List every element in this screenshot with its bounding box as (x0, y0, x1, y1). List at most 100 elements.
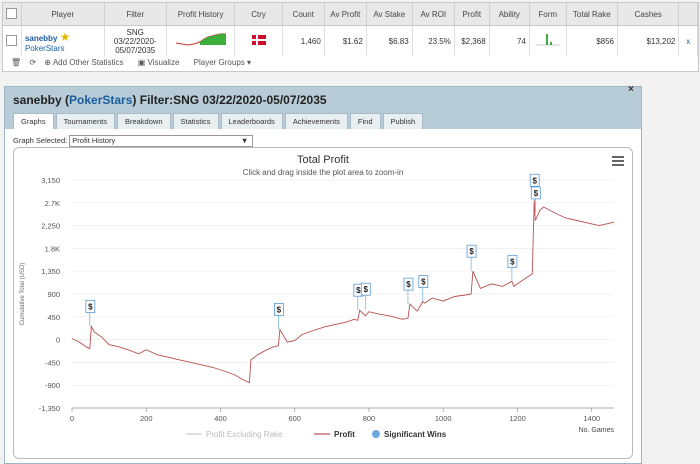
x-axis-label: No. Games (579, 427, 615, 434)
header-form[interactable]: Form (529, 3, 567, 26)
tab-leaderboards[interactable]: Leaderboards (220, 113, 283, 129)
y-tick-label: 3,150 (41, 176, 60, 185)
header-cashes[interactable]: Cashes (617, 3, 680, 26)
header-ability[interactable]: Ability (489, 3, 530, 26)
visualize-button[interactable]: ▣ Visualize (138, 58, 186, 67)
chart-menu-icon[interactable] (612, 156, 624, 168)
y-tick-label: 2.7K (45, 199, 60, 208)
chevron-down-icon: ▼ (240, 136, 249, 145)
filter-line-3: 05/07/2035 (115, 45, 156, 55)
dollar-icon: $ (406, 280, 411, 289)
tab-find[interactable]: Find (349, 113, 381, 129)
player-name-link[interactable]: sanebby (25, 34, 57, 43)
y-tick-label: -900 (45, 381, 60, 390)
y-tick-label: -1,350 (39, 404, 60, 413)
y-tick-label: 0 (56, 336, 60, 345)
dollar-icon: $ (534, 189, 539, 198)
tab-graphs[interactable]: Graphs (13, 113, 54, 129)
open-link-icon[interactable]: x (678, 25, 698, 56)
graph-selector: Graph Selected: Profit History ▼ (13, 135, 254, 147)
dollar-icon: $ (88, 302, 93, 311)
player-site-link[interactable]: PokerStars (25, 44, 65, 53)
x-tick-label: 1400 (583, 414, 600, 423)
chart-container[interactable]: Total Profit Click and drag inside the pl… (13, 147, 633, 459)
y-axis-label: Cumulative Total (USD) (20, 263, 26, 326)
tab-tournaments[interactable]: Tournaments (55, 113, 115, 129)
row-select-cell[interactable] (3, 25, 22, 56)
tab-achievements[interactable]: Achievements (284, 113, 348, 129)
dollar-icon: $ (356, 286, 361, 295)
header-av-stake[interactable]: Av Stake (366, 3, 413, 26)
graph-selected-label: Graph Selected: (13, 135, 68, 145)
filter-line-1: SNG (126, 27, 144, 37)
panel-title-player: sanebby (13, 93, 62, 107)
player-graph-panel: sanebby (PokerStars) Filter:SNG 03/22/20… (4, 86, 642, 464)
dollar-icon: $ (510, 257, 515, 266)
refresh-icon[interactable]: ⟳ (29, 58, 36, 67)
denmark-flag-icon (251, 35, 266, 45)
profit-chart[interactable]: Total Profit Click and drag inside the pl… (14, 148, 632, 458)
y-tick-label: 1,350 (41, 267, 60, 276)
trash-icon[interactable]: 🗑 (11, 58, 21, 67)
tab-publish[interactable]: Publish (382, 113, 424, 129)
dollar-icon: $ (469, 247, 474, 256)
x-tick-label: 200 (140, 414, 153, 423)
select-all-cell[interactable] (3, 3, 22, 26)
graph-select-value: Profit History (72, 136, 116, 145)
row-checkbox[interactable] (6, 34, 18, 46)
header-ctry[interactable]: Ctry (234, 3, 283, 26)
stats-table: Player Filter Profit History Ctry Count … (3, 3, 698, 56)
close-icon[interactable]: × (628, 84, 634, 95)
panel-title-site-link[interactable]: PokerStars (69, 93, 132, 107)
header-profit[interactable]: Profit (454, 3, 490, 26)
stats-table-panel: Player Filter Profit History Ctry Count … (2, 2, 699, 72)
legend-profit-excl-rake: Profit Excluding Rake (206, 430, 283, 439)
add-stats-label: Add Other Statistics (52, 58, 124, 67)
profit-history-sparkline-cell[interactable] (166, 25, 236, 56)
y-tick-label: 1.8K (45, 244, 60, 253)
tab-statistics[interactable]: Statistics (172, 113, 219, 129)
av-stake-cell: $6.83 (366, 25, 413, 56)
dollar-icon: $ (532, 176, 537, 185)
panel-title: sanebby (PokerStars) Filter:SNG 03/22/20… (13, 93, 327, 107)
y-tick-label: -450 (45, 358, 60, 367)
select-all-checkbox[interactable] (6, 7, 18, 19)
cashes-cell: $13,202 (617, 25, 680, 56)
legend-significant-wins: Significant Wins (384, 430, 447, 439)
table-toolbar: 🗑 ⟳ ⊕ Add Other Statistics ▣ Visualize P… (11, 58, 257, 67)
header-total-rake[interactable]: Total Rake (566, 3, 619, 26)
header-player[interactable]: Player (21, 3, 105, 26)
form-sparkline (535, 34, 560, 46)
star-icon[interactable]: ★ (60, 30, 71, 44)
av-roi-cell: 23.5% (412, 25, 455, 56)
player-cell[interactable]: sanebby ★ PokerStars (21, 25, 105, 56)
graph-select[interactable]: Profit History ▼ (69, 135, 254, 147)
player-groups-dropdown[interactable]: Player Groups ▾ (194, 58, 251, 67)
table-row[interactable]: sanebby ★ PokerStars SNG 03/22/2020- 05/… (3, 25, 698, 56)
dollar-icon: $ (421, 278, 426, 287)
chart-subtitle: Click and drag inside the plot area to z… (243, 168, 404, 177)
chart-title: Total Profit (297, 154, 349, 166)
header-av-roi[interactable]: Av ROI (412, 3, 455, 26)
header-av-profit[interactable]: Av Profit (324, 3, 367, 26)
av-profit-cell: $1.62 (324, 25, 367, 56)
header-extra (678, 3, 698, 26)
panel-title-filter: Filter:SNG 03/22/2020-05/07/2035 (139, 93, 327, 107)
form-sparkline-cell (529, 25, 567, 56)
profit-line (71, 200, 615, 384)
add-stats-button[interactable]: ⊕ Add Other Statistics (44, 58, 129, 67)
x-tick-label: 600 (288, 414, 301, 423)
x-tick-label: 800 (363, 414, 376, 423)
x-tick-label: 400 (214, 414, 227, 423)
x-tick-label: 1000 (435, 414, 452, 423)
header-count[interactable]: Count (282, 3, 325, 26)
profit-history-sparkline[interactable] (174, 31, 228, 49)
tab-breakdown[interactable]: Breakdown (116, 113, 171, 129)
header-filter[interactable]: Filter (104, 3, 167, 26)
panel-header: sanebby (PokerStars) Filter:SNG 03/22/20… (5, 87, 641, 129)
filter-cell: SNG 03/22/2020- 05/07/2035 (104, 25, 167, 56)
header-profit-history[interactable]: Profit History (166, 3, 236, 26)
profit-cell: $2,368 (454, 25, 490, 56)
x-tick-label: 1200 (509, 414, 526, 423)
dollar-icon: $ (364, 285, 369, 294)
